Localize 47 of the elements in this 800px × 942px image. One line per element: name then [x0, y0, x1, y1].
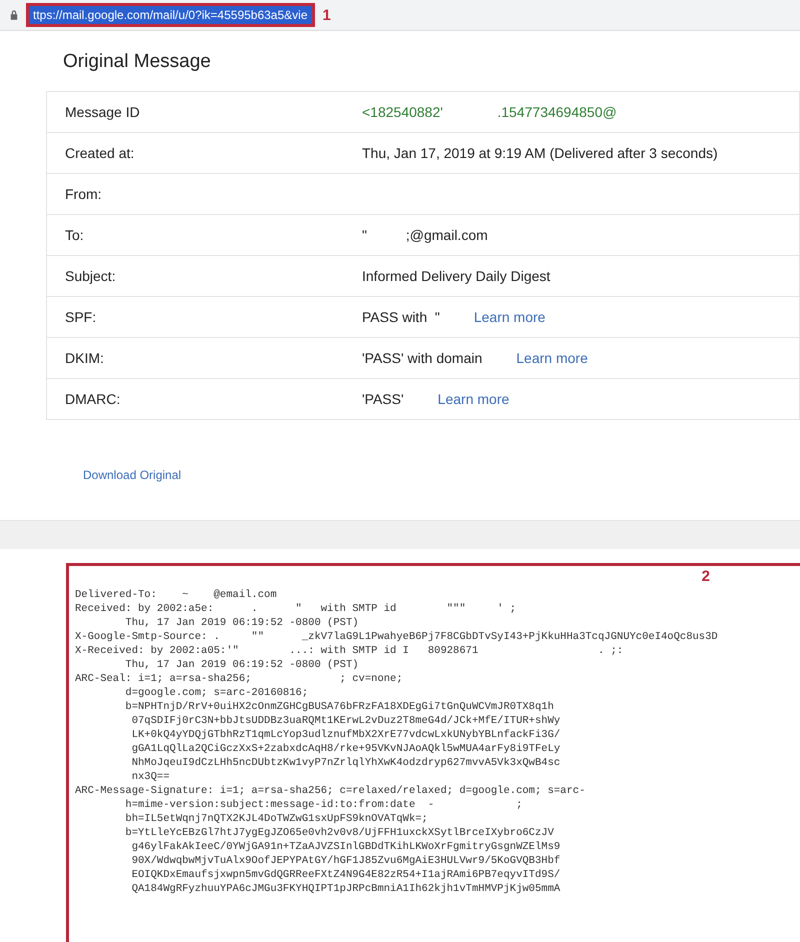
header-line: Thu, 17 Jan 2019 06:19:52 -0800 (PST): [124, 658, 360, 672]
address-bar[interactable]: ttps://mail.google.com/mail/u/0?ik=45595b63a5&vie 1: [0, 0, 800, 31]
header-line: ARC-Message-Signature: i=1; a=rsa-sha256; c=relaxed/relaxed; d=google.com; s=arc-: [75, 784, 586, 798]
learn-more-link[interactable]: Learn more: [474, 309, 546, 325]
field-value: <182540882' .1547734694850@: [362, 104, 617, 120]
annotation-number: 2: [702, 568, 710, 585]
field-value: Thu, Jan 17, 2019 at 9:19 AM (Delivered after 3 seconds): [362, 145, 718, 161]
field-label: To:: [64, 227, 85, 243]
field-label: Message ID: [64, 104, 141, 120]
header-line: EOIQKDxEmaufsjxwpn5mvGdQGRReeFXtZ4N9G4E82zR54+I1ajRAmi6PB7eqyvITd9S/: [130, 868, 562, 882]
field-value: Informed Delivery Daily Digest: [362, 268, 550, 284]
annotation-number: 1: [322, 6, 331, 24]
url-text[interactable]: ttps://mail.google.com/mail/u/0?ik=45595b63a5&vie: [26, 3, 314, 27]
field-value: " ;@gmail.com: [362, 227, 488, 243]
header-line: Delivered-To: ~ @email.com: [75, 588, 278, 602]
field-label: Created at:: [64, 145, 136, 161]
header-line: X-Received: by 2002:a05:'" ...: with SMTP id I 80928671 . ;:: [75, 644, 624, 658]
lock-icon: [10, 10, 18, 20]
field-label: From:: [64, 186, 103, 202]
header-line: 07qSDIFj0rC3N+bbJtsUDDBz3uaRQMt1KErwL2vDuz2T8meG4d/JCk+MfE/ITUR+shWy: [130, 714, 562, 728]
header-line: ARC-Seal: i=1; a=rsa-sha256; ; cv=none;: [75, 672, 404, 686]
field-label: SPF:: [64, 309, 98, 325]
header-line: bh=IL5etWqnj7nQTX2KJL4DoTWZwG1sxUpFS9knOVATqWk=;: [124, 812, 429, 826]
header-line: LK+0kQ4yYDQjGTbhRzT1qmLcYop3udlznufMbX2XrE77vdcwLxkUNybYBLnfackFi3G/: [130, 728, 562, 742]
download-original-link[interactable]: Download Original: [83, 468, 182, 482]
learn-more-link[interactable]: Learn more: [438, 391, 510, 407]
field-label: DMARC:: [64, 391, 122, 407]
field-value: 'PASS': [362, 391, 404, 407]
page-title: Original Message: [63, 51, 212, 73]
header-line: QA184WgRFyzhuuYPA6cJMGu3FKYHQIPT1pJRPcBmniA1Ih62kjh1vTmHMVPjKjw05mmA: [130, 882, 562, 896]
header-line: 90X/WdwqbwMjvTuAlx9OofJEPYPAtGY/hGF1J85Zvu6MgAiE3HULVwr9/5KoGVQB3Hbf: [130, 854, 562, 868]
header-line: X-Google-Smtp-Source: . "" _zkV7laG9L1PwahyeB6Pj7F8CGbDTvSyI43+PjKkuHHa3TcqJGNUYc0eI4oQc8us3D: [75, 630, 719, 644]
learn-more-link[interactable]: Learn more: [516, 350, 588, 366]
header-line: Received: by 2002:a5e: . " with SMTP id """ ' ;: [75, 602, 518, 616]
field-value: PASS with ": [362, 309, 440, 325]
header-line: NhMoJqeuI9dCzLHh5ncDUbtzKw1vyP7nZrlqlYhXwK4odzdryp627mvvA5Vk3xQwB4sc: [130, 756, 562, 770]
header-line: nx3Q==: [130, 770, 171, 784]
header-line: b=NPHTnjD/RrV+0uiHX2cOnmZGHCgBUSA76bFRzFA18XDEgGi7tGnQuWCVmJR0TX8q1h: [124, 700, 555, 714]
header-line: d=google.com; s=arc-20160816;: [124, 686, 310, 700]
field-label: Subject:: [64, 268, 117, 284]
header-line: b=YtLleYcEBzGl7htJ7ygEgJZO65e0vh2v0v8/UjFFH1uxckXSytlBrceIXybro6CzJV: [124, 826, 555, 840]
header-line: Thu, 17 Jan 2019 06:19:52 -0800 (PST): [124, 616, 360, 630]
field-label: DKIM:: [64, 350, 105, 366]
header-line: h=mime-version:subject:message-id:to:from:date - ;: [124, 798, 524, 812]
field-value: 'PASS' with domain: [362, 350, 482, 366]
header-line: gGA1LqQlLa2QCiGczXxS+2zabxdcAqH8/rke+95VKvNJAoAQkl5wMUA4arFy8i9TFeLy: [130, 742, 562, 756]
header-line: g46ylFakAkIeeC/0YWjGA91n+TZaAJVZSInlGBDdTKihLKWoXrFgmitryGsgnWZElMs9: [130, 840, 562, 854]
